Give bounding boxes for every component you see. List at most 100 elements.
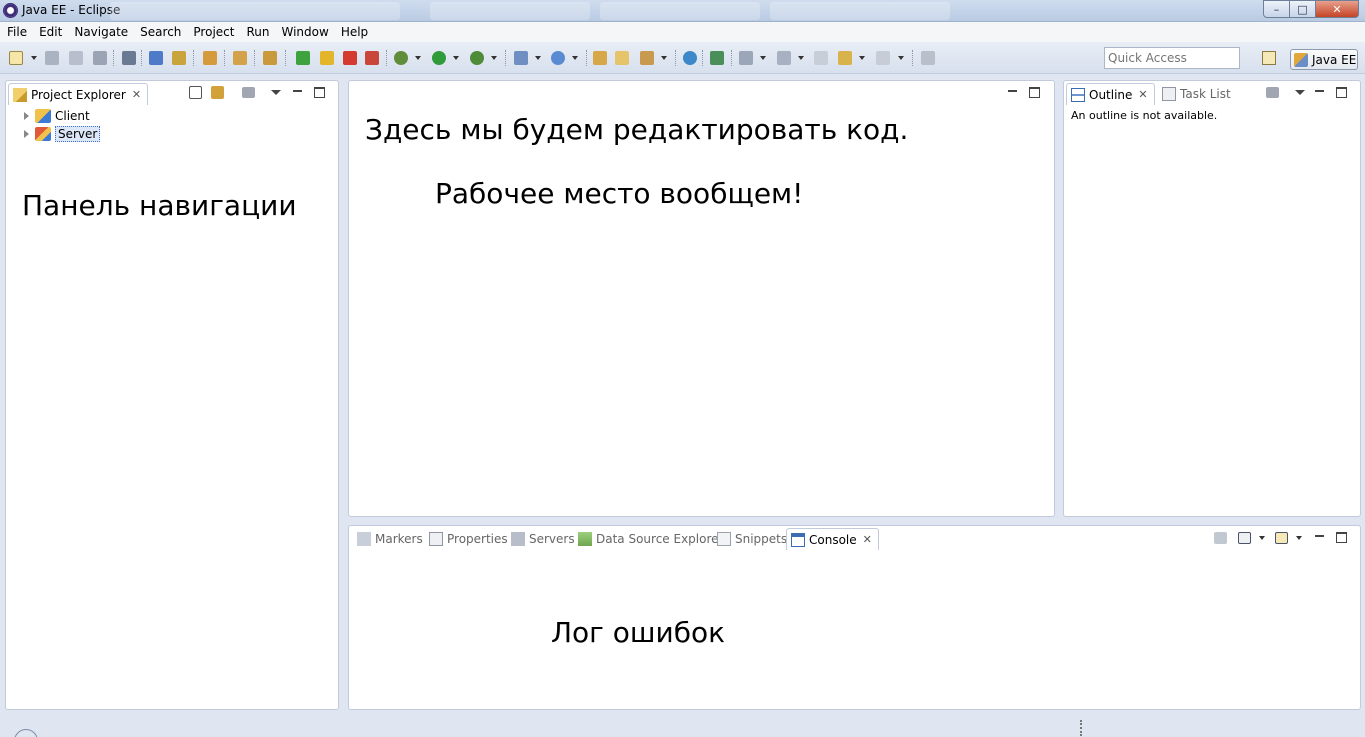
maximize-view-icon[interactable] [1336,87,1347,98]
menu-window[interactable]: Window [275,22,334,42]
toolbar-separator [113,50,115,66]
open-console-dropdown-arrow[interactable] [1296,536,1302,540]
minimize-editor-icon[interactable] [1007,87,1018,98]
tab-console[interactable]: Console ✕ [786,528,879,550]
tab-properties[interactable]: Properties [425,528,512,550]
display-console-icon[interactable] [1238,532,1251,544]
last-edit-icon[interactable] [814,51,828,65]
open-type-icon[interactable] [593,51,607,65]
skip-breakpoints-icon[interactable] [122,51,136,65]
tab-snippets[interactable]: Snippets [713,528,791,550]
menu-navigate[interactable]: Navigate [68,22,134,42]
step-return-icon[interactable] [203,51,217,65]
step-over-icon[interactable] [233,51,247,65]
tab-markers[interactable]: Markers [353,528,427,550]
minimize-view-icon[interactable] [1314,532,1325,543]
tree-item-label: Server [55,126,101,142]
step-into-icon[interactable] [263,51,277,65]
menu-project[interactable]: Project [187,22,240,42]
tab-data-source-explorer[interactable]: Data Source Explorer [574,528,727,550]
pin-console-icon[interactable] [1214,532,1227,544]
tab-task-list[interactable]: Task List [1158,83,1235,105]
maximize-editor-icon[interactable] [1029,87,1040,98]
save-icon[interactable] [45,51,59,65]
suspend-icon[interactable] [320,51,334,65]
quick-access-input[interactable] [1104,47,1240,69]
drop-to-frame-icon[interactable] [172,51,186,65]
task-list-icon [1162,87,1176,101]
terminate-icon[interactable] [343,51,357,65]
globe-icon[interactable] [683,51,697,65]
minimize-view-icon[interactable] [292,87,303,98]
perspective-java-ee-button[interactable]: Java EE [1290,49,1358,70]
previous-annotation-dropdown-arrow[interactable] [798,56,804,60]
outline-icon [1071,87,1085,102]
new-class-dropdown-arrow[interactable] [572,56,578,60]
minimize-button[interactable]: – [1263,0,1290,18]
close-tab-icon[interactable]: ✕ [132,88,141,101]
forward-dropdown-arrow[interactable] [898,56,904,60]
save-all-icon[interactable] [69,51,83,65]
outline-empty-message: An outline is not available. [1071,109,1218,122]
tab-servers[interactable]: Servers [507,528,579,550]
toolbar-separator [254,50,256,66]
view-menu-icon[interactable] [242,87,255,98]
close-button[interactable]: ✕ [1315,0,1359,18]
resume-icon[interactable] [296,51,310,65]
open-perspective-icon[interactable] [1262,51,1276,65]
maximize-view-icon[interactable] [314,87,325,98]
maximize-button[interactable]: □ [1289,0,1316,18]
run-dropdown-arrow[interactable] [453,56,459,60]
annotation-editor-line2: Рабочее место вообщем! [435,177,804,210]
tab-project-explorer[interactable]: Project Explorer ✕ [8,83,149,105]
use-step-filters-icon[interactable] [149,51,163,65]
new-dropdown-arrow[interactable] [31,56,37,60]
expand-icon[interactable] [24,130,29,138]
run-icon[interactable] [432,51,446,65]
close-tab-icon[interactable]: ✕ [1138,88,1147,101]
forward-icon[interactable] [876,51,890,65]
run-server-icon[interactable] [470,51,484,65]
back-dropdown-arrow[interactable] [859,56,865,60]
view-menu-dropdown-icon[interactable] [1294,87,1305,98]
expand-icon[interactable] [24,112,29,120]
next-annotation-icon[interactable] [739,51,753,65]
menu-file[interactable]: File [0,22,33,42]
menu-search[interactable]: Search [134,22,187,42]
maximize-view-icon[interactable] [1336,532,1347,543]
bottom-tabbar: Markers Properties Servers Data Source E… [349,526,1360,550]
tab-outline[interactable]: Outline ✕ [1066,83,1155,105]
open-console-icon[interactable] [1275,532,1288,544]
disconnect-icon[interactable] [365,51,379,65]
tree-item-server[interactable]: Server [24,126,101,142]
new-server-icon[interactable] [514,51,528,65]
new-icon[interactable] [9,51,23,65]
close-tab-icon[interactable]: ✕ [863,533,872,546]
view-menu-dropdown-icon[interactable] [270,87,281,98]
pin-editor-icon[interactable] [921,51,935,65]
next-annotation-dropdown-arrow[interactable] [760,56,766,60]
new-class-icon[interactable] [551,51,565,65]
menu-help[interactable]: Help [335,22,374,42]
print-icon[interactable] [93,51,107,65]
search-dropdown-arrow[interactable] [661,56,667,60]
display-console-dropdown-arrow[interactable] [1259,536,1265,540]
run-server-dropdown-arrow[interactable] [491,56,497,60]
debug-icon[interactable] [394,51,408,65]
tree-item-client[interactable]: Client [24,108,90,124]
minimize-view-icon[interactable] [1314,87,1325,98]
link-with-editor-icon[interactable] [211,86,224,99]
menu-run[interactable]: Run [240,22,275,42]
view-menu-icon[interactable] [1266,87,1279,98]
open-folder-icon[interactable] [615,51,629,65]
search-icon[interactable] [640,51,654,65]
back-icon[interactable] [838,51,852,65]
status-bar-grip[interactable] [1080,720,1083,736]
open-task-icon[interactable] [710,51,724,65]
new-server-dropdown-arrow[interactable] [535,56,541,60]
project-explorer-panel: Project Explorer ✕ Client Server Панель … [5,80,339,710]
menu-edit[interactable]: Edit [33,22,68,42]
collapse-all-icon[interactable] [189,86,202,99]
debug-dropdown-arrow[interactable] [415,56,421,60]
previous-annotation-icon[interactable] [777,51,791,65]
